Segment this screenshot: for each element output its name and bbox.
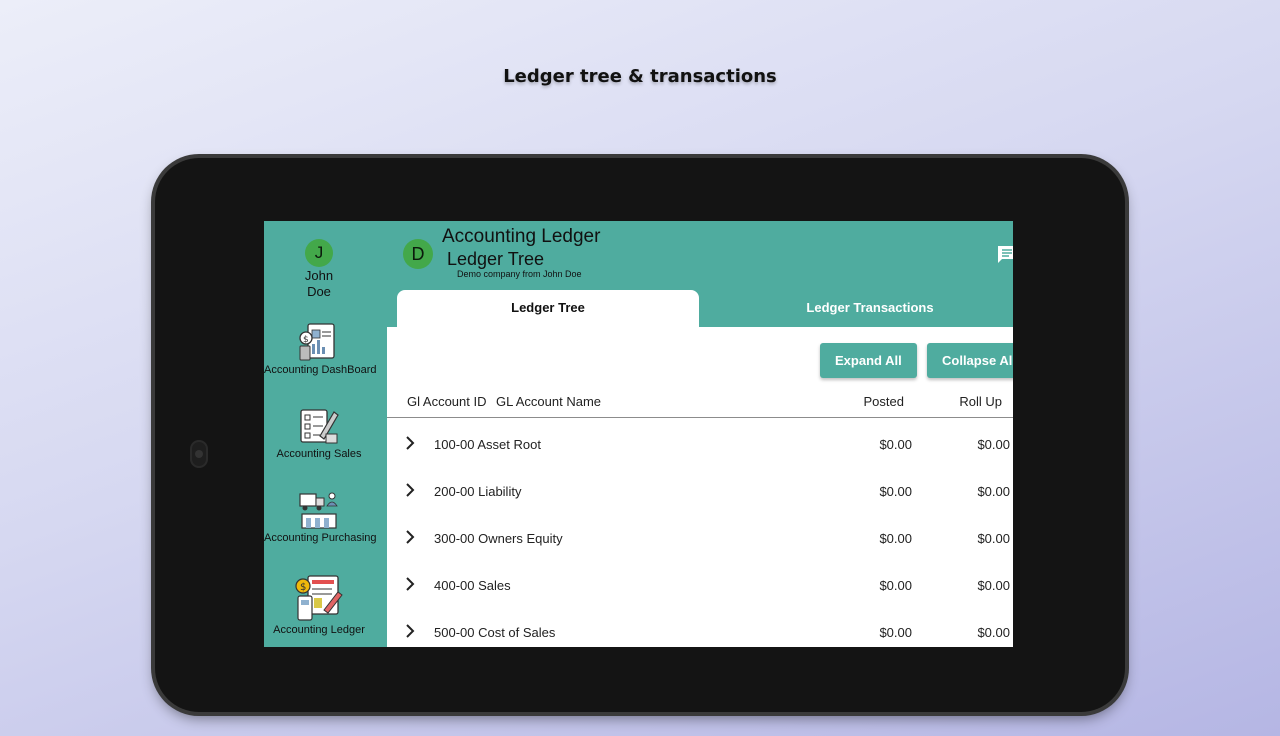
chat-icon[interactable] — [996, 243, 1013, 265]
rollup-amount: $0.00 — [977, 578, 1010, 593]
chevron-right-icon[interactable] — [404, 623, 416, 639]
rail-item-purchasing[interactable]: Accounting Purchasing — [264, 490, 377, 544]
page-title: Accounting Ledger — [442, 226, 601, 247]
dashboard-icon: $ — [299, 323, 335, 361]
chevron-right-icon[interactable] — [404, 435, 416, 451]
account-name: 200-00 Liability — [434, 484, 522, 499]
ledger-tree-panel: Expand All Collapse All Gl Account ID GL… — [387, 327, 1013, 647]
camera-icon — [190, 440, 208, 468]
chevron-right-icon[interactable] — [404, 529, 416, 545]
purchasing-icon — [299, 492, 338, 529]
rail-item-dashboard[interactable]: $ Accounting DashBoard — [264, 322, 377, 376]
posted-amount: $0.00 — [879, 531, 912, 546]
caption-heading: Ledger tree & transactions — [503, 66, 777, 87]
rail-item-label: Accounting Purchasing — [264, 532, 377, 544]
expand-all-button[interactable]: Expand All — [820, 343, 917, 378]
app-screen: J John Doe $ Accounting DashBoard Accoun… — [264, 221, 1013, 647]
table-row[interactable]: 200-00 Liability $0.00 $0.00 — [387, 469, 1013, 516]
column-header-account-id: Gl Account ID — [407, 394, 487, 409]
table-row[interactable]: 100-00 Asset Root $0.00 $0.00 — [387, 422, 1013, 469]
rail-item-label: Accounting Ledger — [273, 624, 365, 636]
column-header-account-name: GL Account Name — [496, 394, 602, 409]
rail-item-label: Accounting Sales — [276, 448, 362, 460]
ledger-icon: $ — [295, 575, 343, 621]
rail-item-ledger[interactable]: $ Accounting Ledger — [264, 574, 374, 636]
user-avatar[interactable]: J — [305, 239, 333, 267]
svg-text:$: $ — [303, 335, 309, 345]
table-row[interactable]: 400-00 Sales $0.00 $0.00 — [387, 563, 1013, 610]
column-header-posted: Posted — [863, 394, 904, 409]
posted-amount: $0.00 — [879, 437, 912, 452]
user-name-last: Doe — [307, 284, 331, 299]
table-row[interactable]: 500-00 Cost of Sales $0.00 $0.00 — [387, 610, 1013, 647]
navigation-rail: J John Doe $ Accounting DashBoard Accoun… — [264, 221, 387, 647]
rollup-amount: $0.00 — [977, 625, 1010, 640]
rollup-amount: $0.00 — [977, 531, 1010, 546]
column-header-roll-up: Roll Up — [959, 394, 1002, 409]
rail-item-sales[interactable]: Accounting Sales — [264, 406, 374, 460]
company-name: Demo company from John Doe — [457, 269, 582, 279]
svg-text:$: $ — [300, 582, 306, 593]
table-header: Gl Account ID GL Account Name Posted Rol… — [387, 389, 1013, 418]
account-name: 500-00 Cost of Sales — [434, 625, 556, 640]
user-profile[interactable]: J John Doe — [264, 239, 374, 299]
rollup-amount: $0.00 — [977, 437, 1010, 452]
collapse-all-button[interactable]: Collapse All — [927, 343, 1013, 378]
posted-amount: $0.00 — [879, 578, 912, 593]
company-avatar[interactable]: D — [403, 239, 433, 269]
posted-amount: $0.00 — [879, 484, 912, 499]
rollup-amount: $0.00 — [977, 484, 1010, 499]
chevron-right-icon[interactable] — [404, 482, 416, 498]
chevron-right-icon[interactable] — [404, 576, 416, 592]
account-name: 400-00 Sales — [434, 578, 511, 593]
sales-icon — [300, 409, 339, 444]
rail-item-label: Accounting DashBoard — [264, 364, 377, 376]
table-row[interactable]: 300-00 Owners Equity $0.00 $0.00 — [387, 516, 1013, 563]
user-name-first: John — [304, 268, 334, 283]
page-subtitle: Ledger Tree — [447, 249, 545, 269]
posted-amount: $0.00 — [879, 625, 912, 640]
tab-ledger-transactions[interactable]: Ledger Transactions — [704, 290, 1013, 327]
tab-ledger-tree[interactable]: Ledger Tree — [397, 290, 699, 327]
account-name: 300-00 Owners Equity — [434, 531, 563, 546]
account-name: 100-00 Asset Root — [434, 437, 541, 452]
